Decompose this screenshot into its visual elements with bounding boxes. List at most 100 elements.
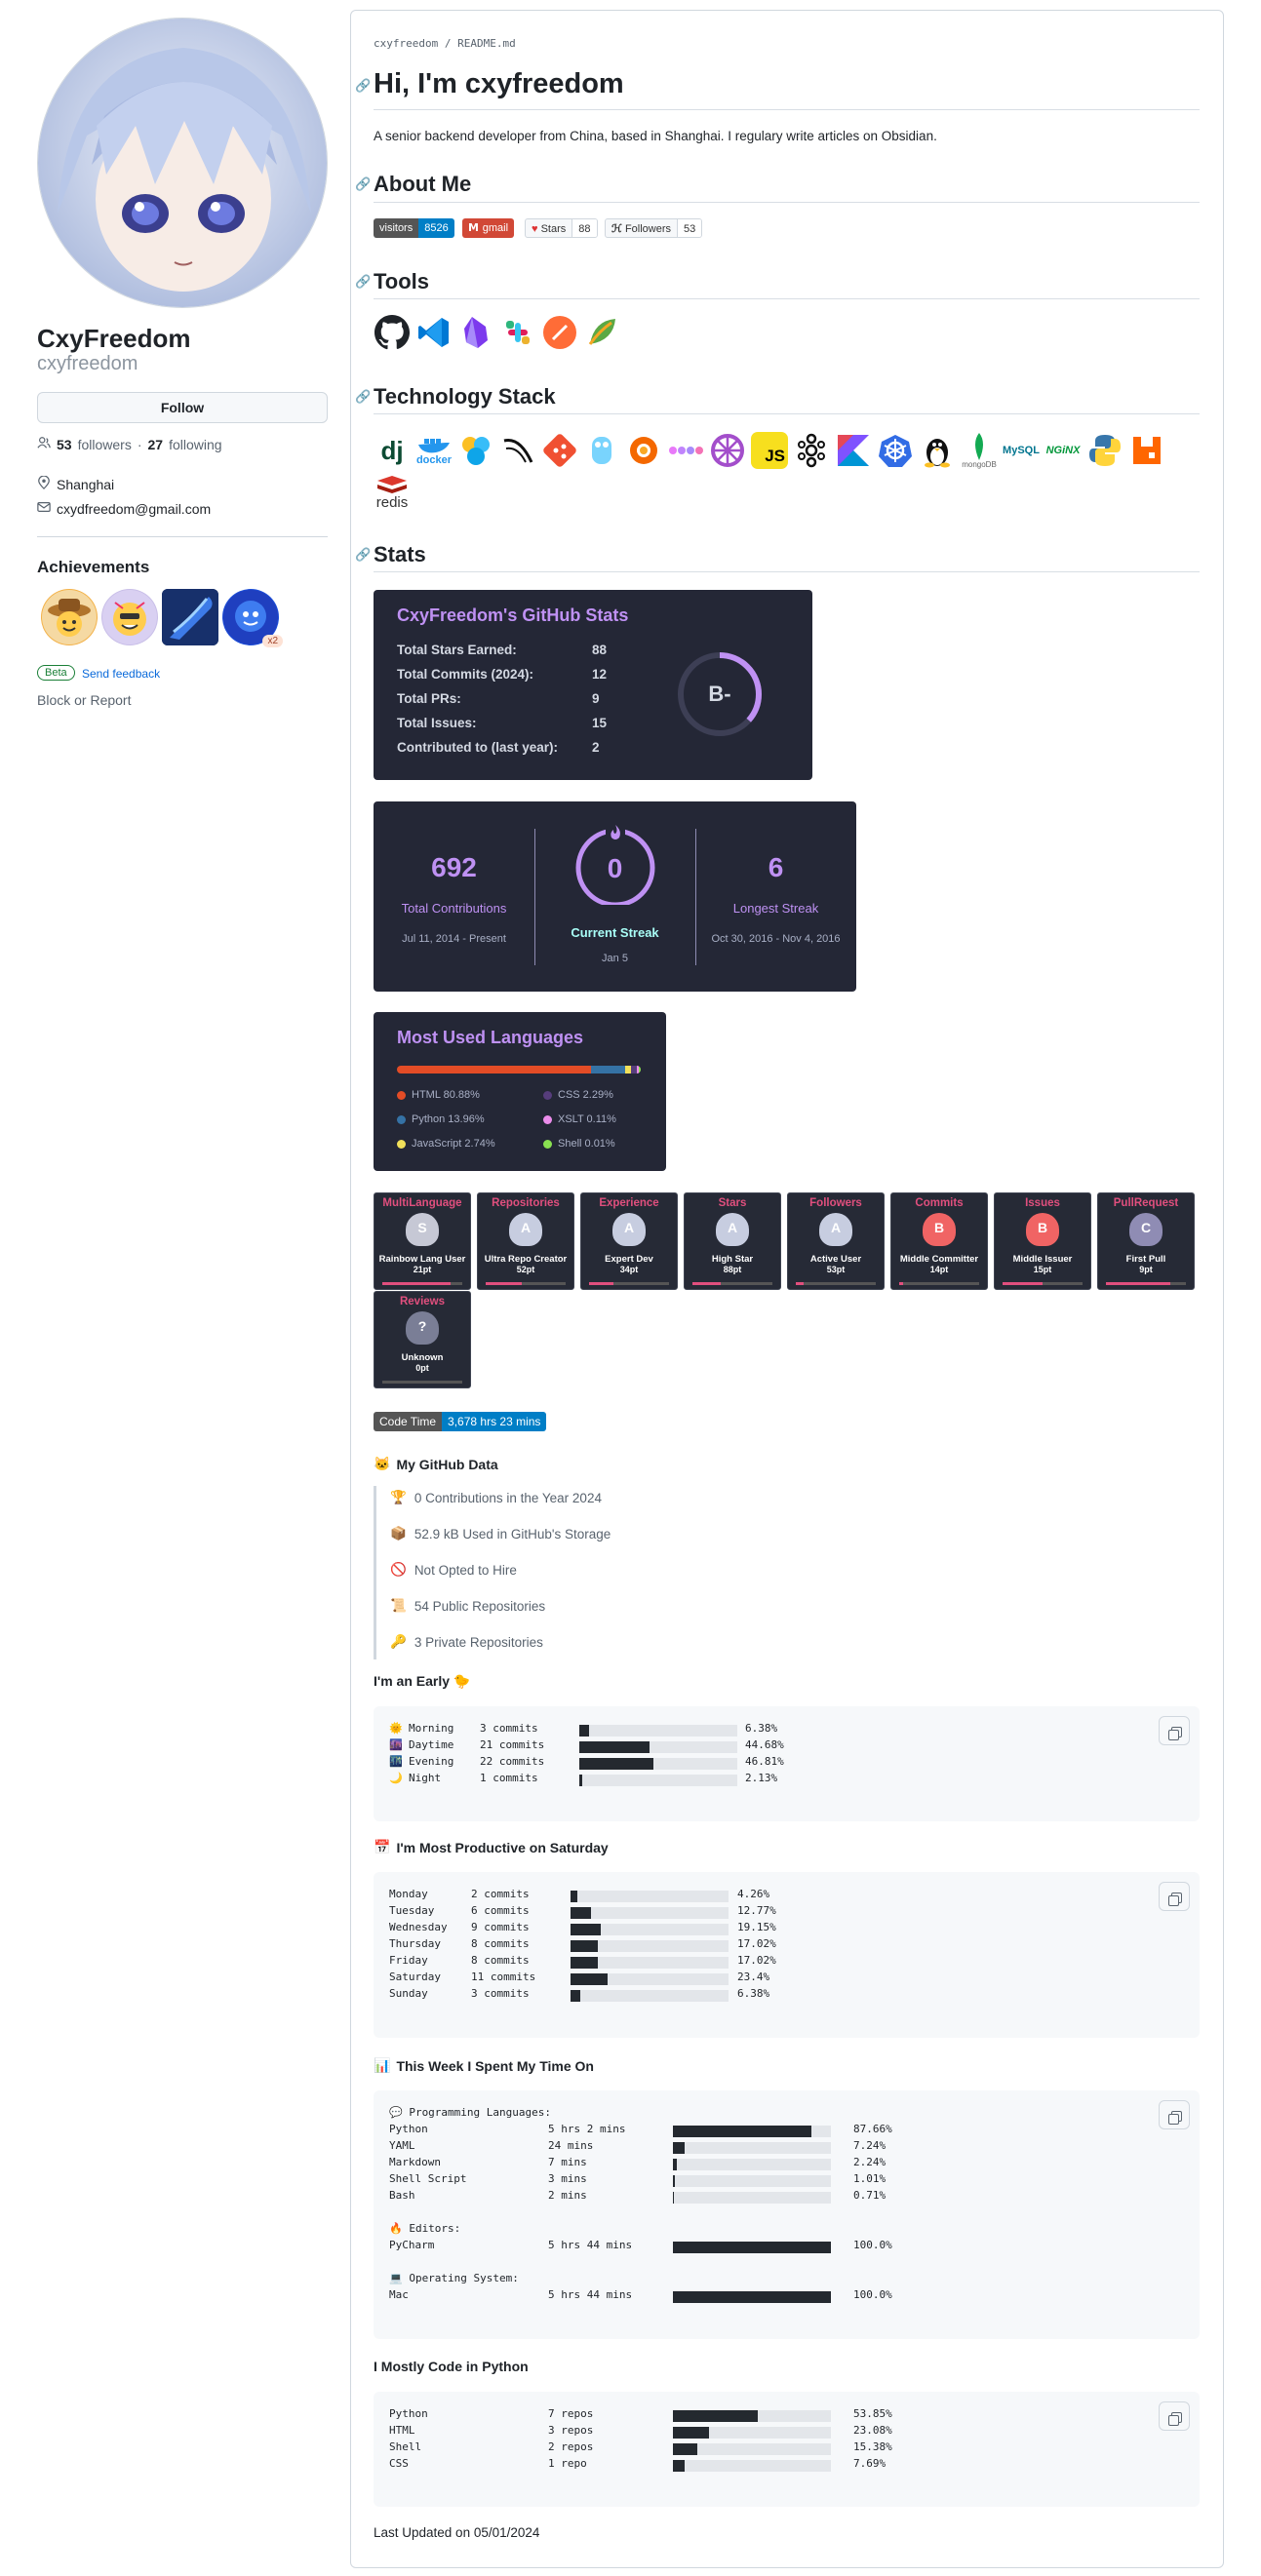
anchor-link-icon[interactable]: 🔗: [355, 78, 371, 94]
achievement-badge-pull-shark[interactable]: [162, 589, 218, 645]
followers-count[interactable]: 53: [57, 437, 72, 452]
kotlin-icon[interactable]: [835, 432, 872, 469]
trophy-card[interactable]: Experience A Expert Dev 34pt: [580, 1192, 678, 1290]
python-icon[interactable]: [1086, 432, 1123, 469]
docker-icon[interactable]: docker: [415, 432, 453, 469]
vscode-icon[interactable]: [415, 314, 453, 351]
dots-icon[interactable]: [667, 432, 704, 469]
trophy-card[interactable]: Reviews? Unknown 0pt: [374, 1291, 471, 1388]
heading-tools: Tools: [374, 269, 430, 293]
go-gopher-icon[interactable]: [583, 432, 620, 469]
achievements-title[interactable]: Achievements: [37, 558, 149, 577]
github-icon[interactable]: [374, 314, 411, 351]
feather-icon[interactable]: [583, 314, 620, 351]
trophy-progress-fill: [1106, 1282, 1170, 1285]
trophy-card[interactable]: MultiLanguage S Rainbow Lang User 21pt: [374, 1192, 471, 1290]
divider: [374, 109, 1200, 110]
python-row: Python 7 repos 53.85%: [389, 2407, 1169, 2424]
send-feedback-link[interactable]: Send feedback: [82, 667, 160, 681]
trophy-card[interactable]: Repositories A Ultra Repo Creator 52pt: [477, 1192, 574, 1290]
followers-badge[interactable]: ℋ Followers 53: [605, 218, 703, 238]
trophy-progress-bar: [382, 1381, 462, 1384]
stat-value: 88: [592, 643, 608, 657]
week-percent: 87.66%: [853, 2123, 892, 2135]
breadcrumb-user[interactable]: cxyfreedom: [374, 37, 438, 50]
anchor-link-icon[interactable]: 🔗: [355, 389, 371, 405]
mongodb-icon[interactable]: mongoDB: [961, 432, 998, 469]
following-label[interactable]: following: [169, 437, 221, 452]
curl-icon[interactable]: [499, 432, 536, 469]
obsidian-icon[interactable]: [457, 314, 494, 351]
trophy-card[interactable]: Followers A Active User 53pt: [787, 1192, 885, 1290]
gmail-icon: M: [468, 221, 483, 234]
slack-icon[interactable]: [499, 314, 536, 351]
trophy-label: Expert Dev: [605, 1254, 653, 1265]
anchor-link-icon[interactable]: 🔗: [355, 274, 371, 290]
following-count[interactable]: 27: [148, 437, 164, 452]
follow-button[interactable]: Follow: [37, 392, 328, 423]
repo-language-name: HTML: [389, 2424, 415, 2437]
visitors-badge-label: visitors: [374, 218, 419, 238]
followers-label[interactable]: followers: [78, 437, 132, 452]
achievement-badge-yolo[interactable]: x2: [222, 589, 283, 647]
trophy-title: Issues: [1025, 1197, 1060, 1209]
anchor-link-icon[interactable]: 🔗: [355, 176, 371, 192]
commit-count: 6 commits: [471, 1904, 530, 1917]
helm-icon[interactable]: [709, 432, 746, 469]
trophy-card[interactable]: Commits B Middle Committer 14pt: [890, 1192, 988, 1290]
trophy-card[interactable]: PullRequest C First Pull 9pt: [1097, 1192, 1195, 1290]
language-legend-item: Python 13.96%: [397, 1113, 485, 1125]
linux-icon[interactable]: [919, 432, 956, 469]
achievement-badge-cowboy[interactable]: [41, 589, 98, 645]
python-bar: [673, 2410, 831, 2422]
productive-row: Thursday 8 commits 17.02%: [389, 1937, 1169, 1954]
python-bar-fill: [673, 2460, 686, 2472]
week-group-heading: 💻 Operating System:: [389, 2272, 519, 2284]
postman-icon[interactable]: [541, 314, 578, 351]
redis-icon[interactable]: redis: [374, 471, 411, 514]
followers-icon: ℋ: [611, 223, 625, 235]
time-of-day-name: Daytime: [409, 1738, 454, 1751]
block-report-link[interactable]: Block or Report: [37, 692, 131, 708]
javascript-icon[interactable]: JS: [751, 432, 788, 469]
languages-card[interactable]: Most Used Languages HTML 80.88% CSS 2.29%…: [374, 1012, 666, 1171]
code-time-badge[interactable]: Code Time 3,678 hrs 23 mins: [374, 1412, 547, 1431]
rabbitmq-icon[interactable]: [1128, 432, 1165, 469]
trophy-card[interactable]: Stars A High Star 88pt: [684, 1192, 781, 1290]
gmail-badge[interactable]: M gmail: [462, 218, 515, 238]
github-data-heading: 🐱 My GitHub Data: [374, 1456, 498, 1472]
python-percent: 23.08%: [853, 2424, 892, 2437]
trophy-label: High Star: [711, 1254, 754, 1265]
trophy-card[interactable]: Issues B Middle Issuer 15pt: [994, 1192, 1091, 1290]
graphql-blob-icon[interactable]: [457, 432, 494, 469]
kubernetes-icon[interactable]: [877, 432, 914, 469]
week-bar-fill: [673, 2175, 675, 2187]
week-item-time: 24 mins: [548, 2139, 594, 2152]
achievement-badge-quickdraw[interactable]: [101, 589, 158, 645]
trophy-cup-icon: B: [923, 1213, 956, 1246]
streak-card[interactable]: 692 Total Contributions Jul 11, 2014 - P…: [374, 801, 856, 992]
anchor-link-icon[interactable]: 🔗: [355, 547, 371, 563]
stars-badge[interactable]: ♥ Stars 88: [525, 218, 598, 238]
github-stats-card[interactable]: CxyFreedom's GitHub Stats Total Stars Ea…: [374, 590, 812, 780]
email-link[interactable]: cxydfreedom@gmail.com: [57, 501, 211, 517]
avatar[interactable]: [37, 18, 328, 308]
visitors-badge[interactable]: visitors 8526: [374, 218, 454, 238]
early-row: 🌆 Daytime 21 commits 44.68%: [389, 1738, 1169, 1755]
mysql-icon[interactable]: MySQL: [1003, 432, 1040, 469]
nginx-icon[interactable]: NGiNX: [1044, 432, 1082, 469]
trophy-title: MultiLanguage: [382, 1197, 462, 1209]
productive-row: Sunday 3 commits 6.38%: [389, 1987, 1169, 2004]
week-percent: 1.01%: [853, 2172, 887, 2185]
git-icon[interactable]: [541, 432, 578, 469]
week-item-name: Markdown: [389, 2156, 441, 2168]
week-item-time: 5 hrs 44 mins: [548, 2288, 633, 2301]
django-icon[interactable]: dj: [374, 432, 411, 469]
weekday-name: Saturday: [389, 1971, 441, 1983]
heading-about-me: About Me: [374, 172, 472, 196]
language-color-dot: [397, 1139, 406, 1149]
repo-language-name: Shell: [389, 2440, 422, 2453]
grafana-icon[interactable]: [625, 432, 662, 469]
breadcrumb-file[interactable]: README.md: [457, 37, 516, 50]
kafka-icon[interactable]: [793, 432, 830, 469]
